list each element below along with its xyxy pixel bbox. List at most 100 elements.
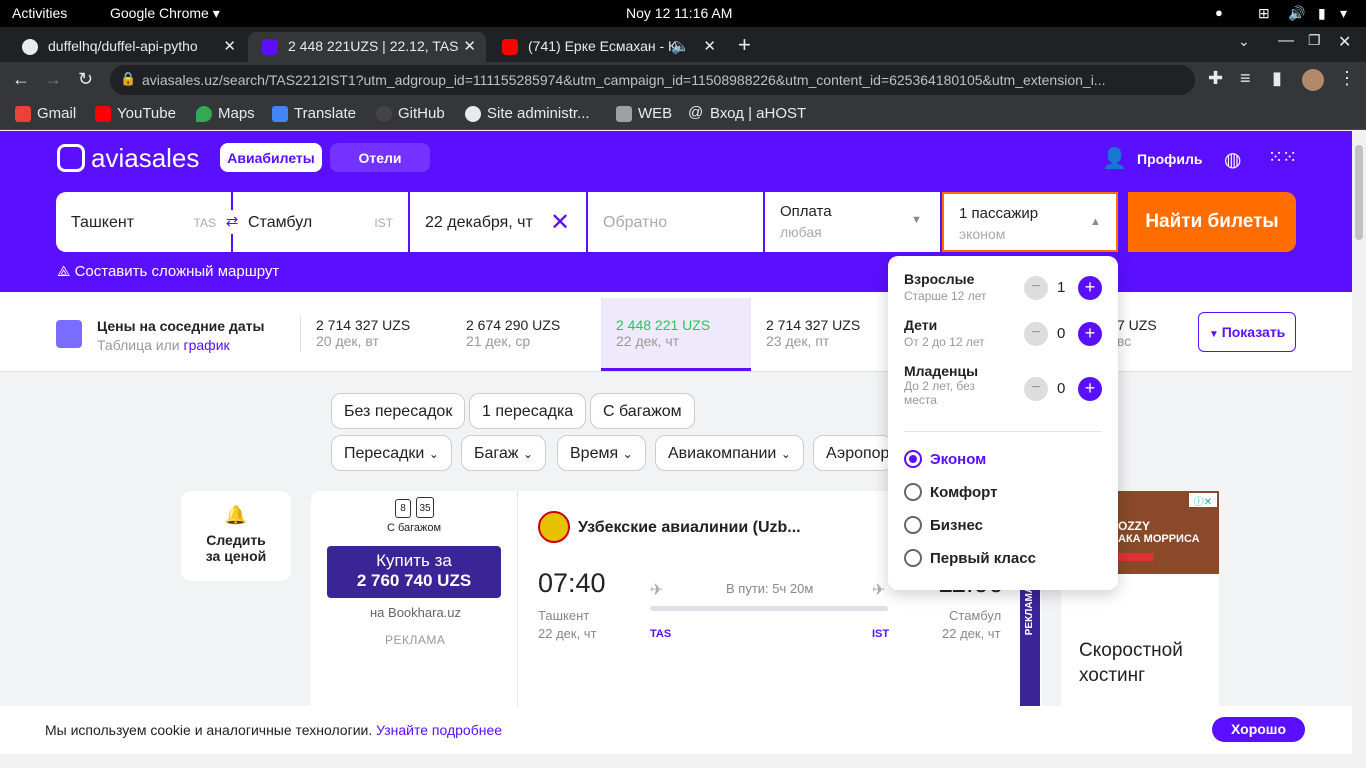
- infants-plus-button[interactable]: +: [1078, 377, 1102, 401]
- date-option[interactable]: 2 674 290 UZS 21 дек, ср: [466, 317, 606, 349]
- network-icon[interactable]: ●: [1215, 5, 1223, 20]
- bookmark-translate[interactable]: Translate: [272, 105, 356, 122]
- class-first-label[interactable]: Первый класс: [930, 550, 1036, 567]
- infants-minus-button[interactable]: −: [1024, 377, 1048, 401]
- wired-icon[interactable]: ⊞: [1258, 5, 1270, 22]
- class-economy-label[interactable]: Эконом: [930, 451, 986, 468]
- extensions-icon[interactable]: ✚: [1208, 68, 1223, 89]
- new-tab-button[interactable]: +: [738, 32, 751, 58]
- adults-minus-button[interactable]: −: [1024, 276, 1048, 300]
- chevron-down-icon: ⌄: [428, 447, 439, 461]
- tab-flights[interactable]: Авиабилеты: [220, 143, 322, 172]
- avatar[interactable]: [1302, 69, 1324, 91]
- adults-plus-button[interactable]: +: [1078, 276, 1102, 300]
- swap-icon[interactable]: ⇄: [220, 210, 244, 234]
- close-icon[interactable]: ✕: [463, 37, 476, 55]
- bookmark-site-admin[interactable]: Site administr...: [465, 105, 590, 122]
- complex-route-link[interactable]: ⟁ Составить сложный маршрут: [57, 263, 279, 280]
- tab-aviasales[interactable]: 2 448 221UZS | 22.12, TAS ✕: [248, 32, 486, 62]
- bookmark-gmail[interactable]: Gmail: [15, 105, 76, 122]
- passengers-field[interactable]: 1 пассажир эконом ▲: [942, 192, 1118, 252]
- vertical-scrollbar-thumb[interactable]: [1355, 145, 1363, 240]
- ad-banner-image[interactable]: OZZY АКА МОРРИСА ⓘ✕: [1118, 491, 1219, 574]
- maximize-icon[interactable]: ❐: [1308, 32, 1321, 49]
- destination-field[interactable]: Стамбул IST: [233, 192, 408, 252]
- cookie-accept-button[interactable]: Хорошо: [1212, 717, 1305, 742]
- close-window-icon[interactable]: ✕: [1338, 32, 1351, 52]
- address-bar[interactable]: 🔒 aviasales.uz/search/TAS2212IST1?utm_ad…: [110, 65, 1195, 95]
- cookie-learn-more-link[interactable]: Узнайте подробнее: [376, 722, 502, 738]
- children-minus-button[interactable]: −: [1024, 322, 1048, 346]
- date-option[interactable]: 7 UZS вс: [1117, 317, 1177, 349]
- clock[interactable]: Noy 12 11:16 AM: [626, 5, 732, 21]
- filter-one-stop[interactable]: 1 пересадка: [469, 393, 587, 429]
- tab-hotels[interactable]: Отели: [330, 143, 430, 172]
- user-icon[interactable]: 👤: [1102, 146, 1127, 170]
- price-alert-card[interactable]: 🔔 Следить за ценой: [181, 491, 291, 581]
- bookmark-ahost[interactable]: @ Вход | aHOST: [688, 104, 806, 122]
- children-plus-button[interactable]: +: [1078, 322, 1102, 346]
- filter-nonstop[interactable]: Без пересадок: [331, 393, 466, 429]
- payment-field[interactable]: Оплата любая ▼: [765, 192, 940, 252]
- class-comfort-radio[interactable]: [904, 483, 922, 501]
- globe-icon[interactable]: ◍: [1224, 147, 1241, 172]
- chevron-down-icon: ▼: [1209, 329, 1222, 340]
- battery-icon[interactable]: ▮: [1318, 5, 1326, 22]
- apps-grid-icon[interactable]: ⁙⁙: [1268, 147, 1297, 168]
- media-icon[interactable]: ≡: [1240, 68, 1251, 89]
- date-option[interactable]: 2 714 327 UZS 23 дек, пт: [766, 317, 906, 349]
- bookmark-maps[interactable]: Maps: [196, 105, 255, 122]
- reload-icon[interactable]: ↻: [78, 69, 93, 90]
- show-dates-button[interactable]: ▼ Показать: [1198, 312, 1296, 352]
- class-first-radio[interactable]: [904, 549, 922, 567]
- origin-field[interactable]: Ташкент TAS: [56, 192, 231, 252]
- class-economy-radio[interactable]: [904, 450, 922, 468]
- filter-label: Время: [570, 445, 619, 462]
- table-link[interactable]: Таблица: [97, 337, 152, 353]
- infants-label: Младенцы: [904, 363, 979, 379]
- close-icon[interactable]: ✕: [703, 37, 716, 55]
- search-button[interactable]: Найти билеты: [1128, 192, 1296, 252]
- class-business-label[interactable]: Бизнес: [930, 517, 983, 534]
- tab-search-icon[interactable]: ⌄: [1238, 33, 1250, 50]
- filter-baggage[interactable]: С багажом: [590, 393, 695, 429]
- buy-button[interactable]: Купить за 2 760 740 UZS: [327, 546, 501, 598]
- date-option[interactable]: 2 714 327 UZS 20 дек, вт: [316, 317, 456, 349]
- bookmark-web[interactable]: WEB: [616, 105, 672, 122]
- clear-date-icon[interactable]: ✕: [550, 208, 570, 237]
- infants-row: Младенцы До 2 лет, без места: [904, 363, 1004, 407]
- logo[interactable]: aviasales: [57, 143, 199, 174]
- app-menu[interactable]: Google Chrome ▾: [110, 5, 220, 22]
- forward-icon[interactable]: →: [44, 69, 62, 90]
- filter-airports-dropdown[interactable]: Аэропор: [813, 435, 893, 471]
- filter-time-dropdown[interactable]: Время ⌄: [557, 435, 646, 471]
- tab-github[interactable]: duffelhq/duffel-api-pytho ✕: [8, 32, 246, 62]
- close-icon[interactable]: ✕: [223, 37, 236, 55]
- chart-link[interactable]: график: [184, 337, 230, 353]
- departure-date-field[interactable]: 22 декабря, чт ✕: [410, 192, 586, 252]
- profile-link[interactable]: Профиль: [1137, 151, 1203, 167]
- audio-icon[interactable]: 🔈: [671, 37, 690, 55]
- minimize-icon[interactable]: —: [1278, 32, 1294, 50]
- return-date-field[interactable]: Обратно: [588, 192, 763, 252]
- back-icon[interactable]: ←: [12, 69, 30, 90]
- bookmark-github[interactable]: GitHub: [376, 105, 445, 122]
- filter-stops-dropdown[interactable]: Пересадки ⌄: [331, 435, 452, 471]
- ad-choices-icon[interactable]: ⓘ✕: [1189, 493, 1217, 508]
- class-business-radio[interactable]: [904, 516, 922, 534]
- filter-airlines-dropdown[interactable]: Авиакомпании ⌄: [655, 435, 804, 471]
- volume-icon[interactable]: 🔊: [1288, 5, 1305, 22]
- power-icon[interactable]: ▾: [1340, 5, 1347, 22]
- translate-icon: [272, 106, 288, 122]
- horizontal-scrollbar[interactable]: [0, 754, 1352, 768]
- bookmark-youtube[interactable]: YouTube: [95, 105, 176, 122]
- activities-button[interactable]: Activities: [12, 5, 67, 21]
- class-comfort-label[interactable]: Комфорт: [930, 484, 997, 501]
- filter-baggage-dropdown[interactable]: Багаж ⌄: [461, 435, 546, 471]
- children-hint: От 2 до 12 лет: [904, 335, 985, 349]
- date-option-selected[interactable]: 2 448 221 UZS 22 дек, чт: [616, 317, 756, 349]
- divider: [300, 316, 301, 352]
- sidepanel-icon[interactable]: ▮: [1272, 68, 1282, 89]
- tab-youtube[interactable]: (741) Ерке Есмахан - К 🔈 ✕: [488, 32, 726, 62]
- menu-icon[interactable]: ⋮: [1338, 68, 1356, 89]
